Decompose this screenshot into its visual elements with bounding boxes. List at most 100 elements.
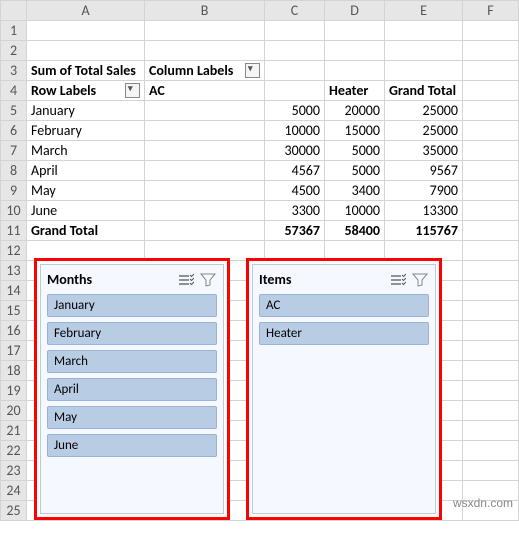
cell[interactable] xyxy=(325,21,385,41)
pivot-row-label[interactable]: January xyxy=(27,101,145,121)
cell[interactable] xyxy=(463,341,519,361)
cell[interactable] xyxy=(265,61,325,81)
col-header[interactable]: F xyxy=(463,1,519,21)
slicer-item-item[interactable]: AC xyxy=(259,294,429,317)
row-header[interactable]: 2 xyxy=(1,41,27,61)
pivot-row-label[interactable]: March xyxy=(27,141,145,161)
grand-total-value[interactable]: 115767 xyxy=(385,221,463,241)
pivot-value[interactable]: 15000 xyxy=(325,121,385,141)
slicer-item-month[interactable]: March xyxy=(47,350,217,373)
row-header[interactable]: 12 xyxy=(1,241,27,261)
cell[interactable] xyxy=(463,381,519,401)
row-header[interactable]: 5 xyxy=(1,101,27,121)
cell[interactable] xyxy=(385,21,463,41)
cell[interactable] xyxy=(265,41,325,61)
cell[interactable] xyxy=(145,141,265,161)
cell[interactable] xyxy=(145,121,265,141)
pivot-value[interactable]: 4500 xyxy=(265,181,325,201)
pivot-col-header[interactable]: AC xyxy=(145,81,265,101)
pivot-col-header[interactable]: Grand Total xyxy=(385,81,463,101)
row-header[interactable]: 13 xyxy=(1,261,27,281)
row-header[interactable]: 8 xyxy=(1,161,27,181)
pivot-value[interactable]: 30000 xyxy=(265,141,325,161)
clear-filter-icon[interactable] xyxy=(199,272,217,288)
cell[interactable] xyxy=(463,281,519,301)
cell[interactable] xyxy=(265,21,325,41)
cell[interactable] xyxy=(145,41,265,61)
pivot-value[interactable]: 3300 xyxy=(265,201,325,221)
pivot-value[interactable]: 10000 xyxy=(325,201,385,221)
row-header[interactable]: 3 xyxy=(1,61,27,81)
col-header[interactable]: D xyxy=(325,1,385,21)
row-header[interactable]: 6 xyxy=(1,121,27,141)
row-header[interactable]: 25 xyxy=(1,501,27,521)
col-header[interactable]: B xyxy=(145,1,265,21)
cell[interactable] xyxy=(325,41,385,61)
cell[interactable] xyxy=(463,61,519,81)
grand-total-value[interactable]: 57367 xyxy=(265,221,325,241)
col-header[interactable]: C xyxy=(265,1,325,21)
row-header[interactable]: 4 xyxy=(1,81,27,101)
row-header[interactable]: 15 xyxy=(1,301,27,321)
row-header[interactable]: 7 xyxy=(1,141,27,161)
row-header[interactable]: 21 xyxy=(1,421,27,441)
pivot-column-labels-cell[interactable]: Column Labels xyxy=(145,61,265,81)
cell[interactable] xyxy=(463,81,519,101)
pivot-value[interactable]: 9567 xyxy=(385,161,463,181)
multi-select-icon[interactable] xyxy=(389,272,407,288)
cell[interactable] xyxy=(463,141,519,161)
cell[interactable] xyxy=(463,461,519,481)
row-header[interactable]: 17 xyxy=(1,341,27,361)
cell[interactable] xyxy=(463,441,519,461)
cell[interactable] xyxy=(463,301,519,321)
col-header[interactable]: A xyxy=(27,1,145,21)
pivot-row-label[interactable]: April xyxy=(27,161,145,181)
cell[interactable] xyxy=(385,61,463,81)
slicer-item-month[interactable]: January xyxy=(47,294,217,317)
cell[interactable] xyxy=(463,41,519,61)
row-header[interactable]: 11 xyxy=(1,221,27,241)
grand-total-label[interactable]: Grand Total xyxy=(27,221,145,241)
slicer-item-month[interactable]: May xyxy=(47,406,217,429)
cell[interactable] xyxy=(463,401,519,421)
cell[interactable] xyxy=(463,181,519,201)
clear-filter-icon[interactable] xyxy=(411,272,429,288)
cell[interactable] xyxy=(325,61,385,81)
cell[interactable] xyxy=(265,81,325,101)
cell[interactable] xyxy=(463,261,519,281)
cell[interactable] xyxy=(463,101,519,121)
pivot-col-header[interactable]: Heater xyxy=(325,81,385,101)
cell[interactable] xyxy=(463,161,519,181)
cell[interactable] xyxy=(385,41,463,61)
select-all-cell[interactable] xyxy=(1,1,27,21)
pivot-value[interactable]: 3400 xyxy=(325,181,385,201)
cell[interactable] xyxy=(27,41,145,61)
row-header[interactable]: 18 xyxy=(1,361,27,381)
cell[interactable] xyxy=(463,421,519,441)
row-header[interactable]: 23 xyxy=(1,461,27,481)
pivot-value[interactable]: 5000 xyxy=(325,141,385,161)
pivot-value[interactable]: 35000 xyxy=(385,141,463,161)
cell[interactable] xyxy=(145,21,265,41)
col-header[interactable]: E xyxy=(385,1,463,21)
row-header[interactable]: 24 xyxy=(1,481,27,501)
pivot-value[interactable]: 7900 xyxy=(385,181,463,201)
cell[interactable] xyxy=(27,21,145,41)
row-labels-dropdown-icon[interactable] xyxy=(125,83,140,98)
pivot-row-label[interactable]: May xyxy=(27,181,145,201)
pivot-row-labels-cell[interactable]: Row Labels xyxy=(27,81,145,101)
row-header[interactable]: 14 xyxy=(1,281,27,301)
row-header[interactable]: 9 xyxy=(1,181,27,201)
cell[interactable] xyxy=(463,21,519,41)
cell[interactable] xyxy=(145,221,265,241)
row-header[interactable]: 22 xyxy=(1,441,27,461)
pivot-value[interactable]: 25000 xyxy=(385,121,463,141)
cell[interactable] xyxy=(145,181,265,201)
cell[interactable] xyxy=(463,361,519,381)
pivot-value[interactable]: 5000 xyxy=(325,161,385,181)
pivot-value[interactable]: 10000 xyxy=(265,121,325,141)
row-header[interactable]: 19 xyxy=(1,381,27,401)
items-slicer[interactable]: Items ACHeater xyxy=(252,264,436,514)
pivot-value[interactable]: 25000 xyxy=(385,101,463,121)
row-header[interactable]: 10 xyxy=(1,201,27,221)
